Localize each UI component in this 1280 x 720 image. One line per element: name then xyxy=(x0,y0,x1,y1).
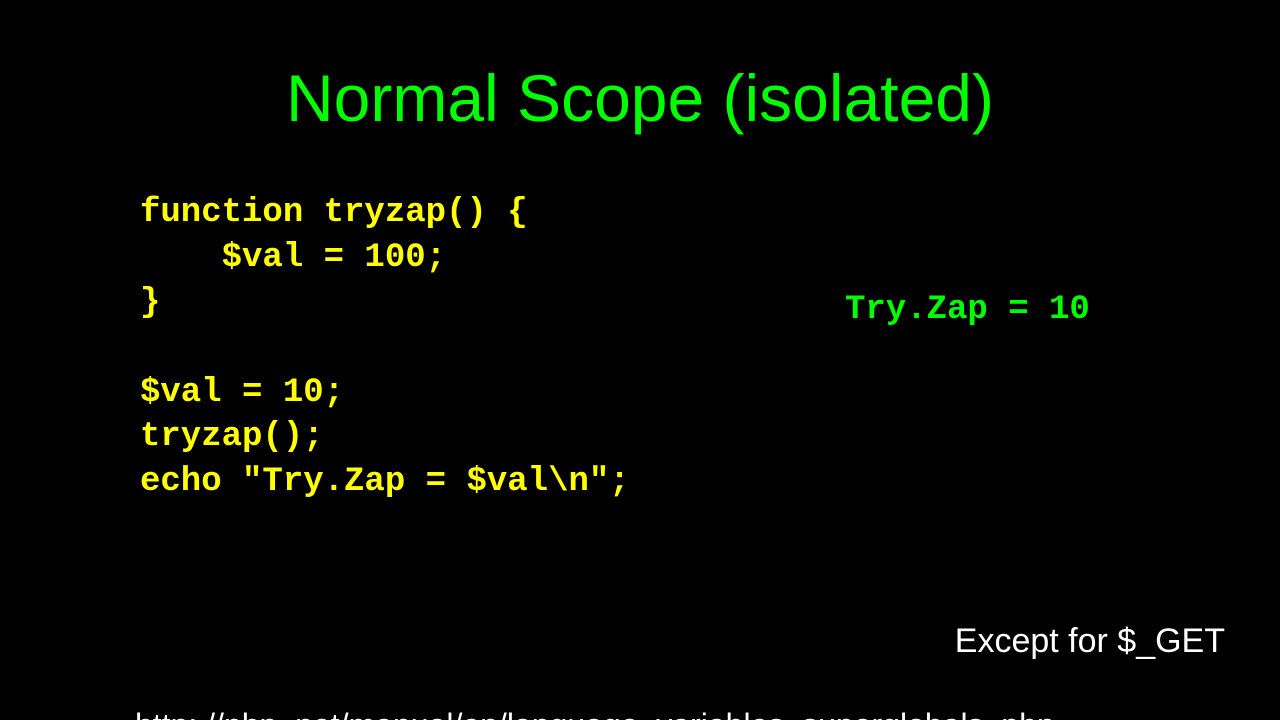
content-area: function tryzap() { $val = 100; } $val =… xyxy=(0,191,1280,505)
reference-url: http: //php. net/manual/en/language. var… xyxy=(135,707,1055,720)
slide-title: Normal Scope (isolated) xyxy=(0,60,1280,136)
output-text: Try.Zap = 10 xyxy=(845,291,1090,329)
note-text: Except for $_GET xyxy=(955,622,1225,661)
code-block: function tryzap() { $val = 100; } $val =… xyxy=(140,191,1280,505)
